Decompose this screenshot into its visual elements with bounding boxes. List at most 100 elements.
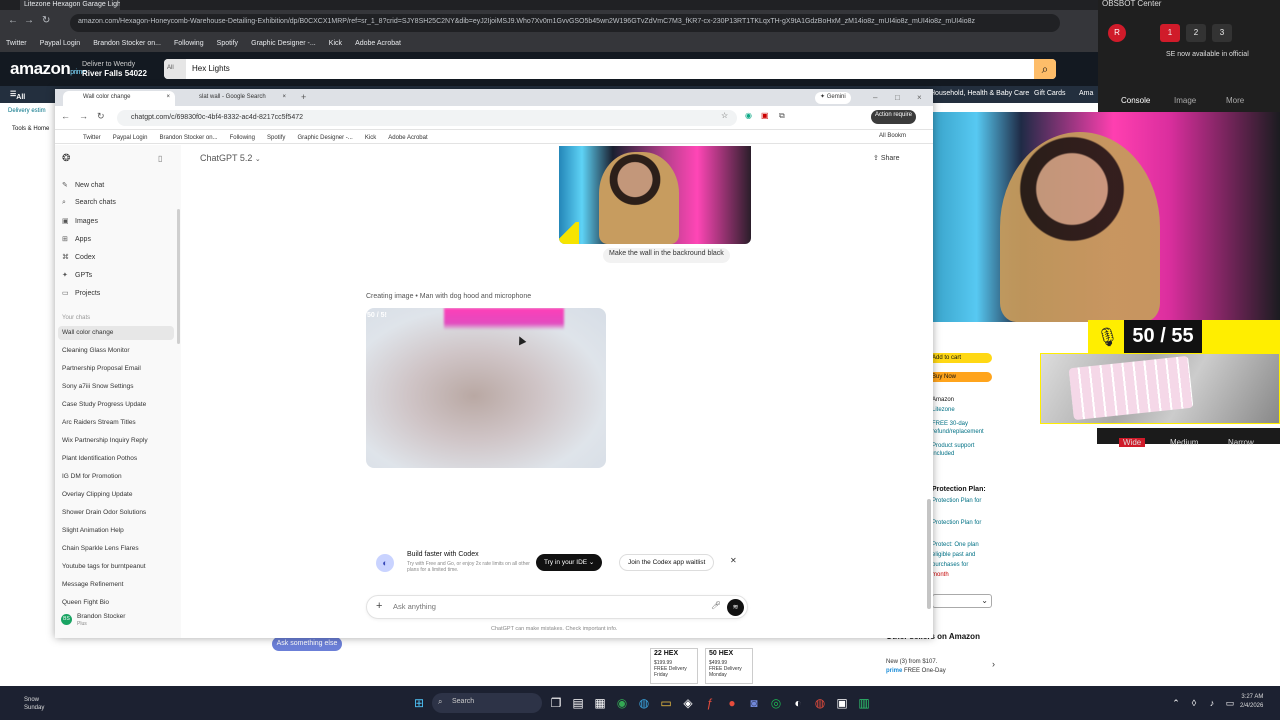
amazon-search-input[interactable]: Hex Lights	[192, 64, 230, 73]
steam-icon[interactable]: ◐	[790, 695, 806, 711]
bookmark-paypal[interactable]: Paypal Login	[40, 40, 80, 47]
new-tab-icon[interactable]: +	[301, 92, 306, 102]
discord-icon[interactable]: ◙	[746, 695, 762, 711]
forward-arrow-icon[interactable]: →	[79, 111, 88, 121]
obs-tab-console[interactable]: Console	[1121, 96, 1150, 105]
network-icon[interactable]: ◊	[1186, 695, 1202, 711]
openai-logo-icon[interactable]: ❂	[62, 153, 70, 164]
sidebar-item-search-chats[interactable]: ⌕ Search chats	[62, 199, 116, 207]
front-address-bar[interactable]: chatgpt.com/c/69830f0c-4bf4-8332-ac4d-82…	[117, 110, 737, 126]
sidebar-item-codex[interactable]: ⌘ Codex	[62, 253, 95, 261]
delivery-estimate[interactable]: Delivery estim	[8, 108, 46, 114]
all-bookmarks[interactable]: All Bookm	[879, 133, 906, 139]
file-explorer-icon[interactable]: ▭	[658, 695, 674, 711]
view-medium-button[interactable]: Medium	[1170, 438, 1198, 447]
sidebar-scrollbar[interactable]	[177, 209, 180, 344]
obs-avatar[interactable]: R	[1108, 24, 1126, 42]
plus-icon[interactable]: +	[376, 600, 382, 612]
taskbar-search[interactable]: ⌕ Search	[432, 693, 542, 713]
chat-item[interactable]: Plant Identification Pothos	[62, 455, 137, 462]
extensions-puzzle-icon[interactable]: ⧉	[779, 111, 785, 121]
try-in-ide-button[interactable]: Try in your IDE ⌄	[536, 554, 603, 571]
app-icon[interactable]: ◈	[680, 695, 696, 711]
chat-item[interactable]: IG DM for Promotion	[62, 473, 122, 480]
back-arrow-icon[interactable]: ←	[61, 111, 70, 121]
chat-item[interactable]: Chain Sparkle Lens Flares	[62, 545, 139, 552]
ask-something-else-button[interactable]: Ask something else	[272, 637, 342, 651]
support-line2[interactable]: included	[932, 450, 954, 459]
chat-item[interactable]: Shower Drain Odor Solutions	[62, 509, 146, 516]
reload-icon[interactable]: ↻	[97, 111, 105, 122]
windows-start-icon[interactable]: ⊞	[411, 695, 427, 711]
weather-widget[interactable]: Snow Sunday	[24, 696, 44, 712]
join-waitlist-button[interactable]: Join the Codex app waitlist	[619, 554, 715, 571]
reload-icon[interactable]: ↻	[42, 15, 50, 26]
breadcrumb-tools[interactable]: Tools & Home	[12, 126, 49, 132]
bookmark-graphic-designer[interactable]: Graphic Designer -...	[251, 40, 316, 47]
chrome-icon[interactable]: ◉	[614, 695, 630, 711]
deliver-to[interactable]: Deliver to Wendy River Falls 54022	[82, 60, 147, 79]
chat-item[interactable]: Slight Animation Help	[62, 527, 124, 534]
back-tab-amazon[interactable]: Litezone Hexagon Garage Light	[20, 0, 120, 10]
nav-ama[interactable]: Ama	[1079, 90, 1093, 97]
tab-slat-wall[interactable]: slat wall - Google Search ×	[179, 91, 291, 106]
view-wide-button[interactable]: Wide	[1119, 438, 1146, 447]
acrobat-icon[interactable]: ƒ	[702, 695, 718, 711]
sidebar-item-new-chat[interactable]: ✎ New chat	[62, 181, 104, 189]
extension-icon[interactable]: ▣	[761, 111, 769, 120]
edge-icon[interactable]: ◍	[636, 695, 652, 711]
bookmark-brandon[interactable]: Brandon Stocker on...	[93, 40, 161, 47]
back-address-bar[interactable]: amazon.com/Hexagon-Honeycomb-Warehouse-D…	[70, 14, 1060, 32]
volume-icon[interactable]: ♪	[1204, 695, 1220, 711]
star-icon[interactable]: ☆	[721, 111, 728, 120]
sidebar-item-apps[interactable]: ⊞ Apps	[62, 235, 91, 243]
sidebar-item-gpts[interactable]: ✦ GPTs	[62, 271, 92, 279]
store-icon[interactable]: ▦	[592, 695, 608, 711]
amazon-logo[interactable]: amazonprime	[10, 59, 86, 79]
bookmark-kick[interactable]: Kick	[365, 135, 376, 141]
voice-mode-icon[interactable]: ≋	[727, 599, 744, 616]
bookmark-following[interactable]: Following	[174, 40, 204, 47]
bookmark-kick[interactable]: Kick	[329, 40, 342, 47]
bookmark-spotify[interactable]: Spotify	[217, 40, 238, 47]
message-input[interactable]	[393, 602, 693, 611]
forward-arrow-icon[interactable]: →	[24, 15, 34, 26]
microphone-icon[interactable]: 🎤︎	[711, 601, 721, 610]
chat-item[interactable]: Sony a7iii Snow Settings	[62, 383, 134, 390]
task-view-icon[interactable]: ❐	[548, 695, 564, 711]
back-arrow-icon[interactable]: ←	[8, 15, 18, 26]
bookmark-paypal[interactable]: Paypal Login	[113, 135, 148, 141]
other-sellers-offer[interactable]: New (3) from $107. prime FREE One-Day ›	[886, 658, 1006, 676]
scene-3-button[interactable]: 3	[1212, 24, 1232, 42]
chat-item[interactable]: Arc Raiders Stream Titles	[62, 419, 136, 426]
sidebar-item-projects[interactable]: ▭ Projects	[62, 289, 100, 297]
taskbar-clock[interactable]: 3:27 AM 2/4/2026	[1240, 693, 1263, 711]
bookmark-adobe[interactable]: Adobe Acrobat	[355, 40, 401, 47]
obs-icon[interactable]: ●	[724, 695, 740, 711]
sidebar-item-images[interactable]: ▣ Images	[62, 217, 98, 225]
extension-icon[interactable]: ◉	[745, 111, 752, 120]
chat-item[interactable]: Cleaning Glass Monitor	[62, 347, 130, 354]
chat-item[interactable]: Case Study Progress Update	[62, 401, 146, 408]
maximize-icon[interactable]: □	[895, 93, 900, 102]
obs-tab-image[interactable]: Image	[1174, 96, 1196, 105]
bookmark-spotify[interactable]: Spotify	[267, 135, 285, 141]
action-required-button[interactable]: Action require	[871, 110, 917, 124]
scene-1-button[interactable]: 1	[1160, 24, 1180, 42]
add-to-cart-button[interactable]: Add to cart	[928, 353, 992, 363]
battery-icon[interactable]: ▭	[1222, 695, 1238, 711]
scene-2-button[interactable]: 2	[1186, 24, 1206, 42]
chat-item[interactable]: Queen Fight Bio	[62, 599, 109, 606]
search-icon[interactable]: ⌕	[1034, 59, 1056, 79]
chat-item[interactable]: Wall color change	[58, 326, 174, 340]
bookmark-adobe[interactable]: Adobe Acrobat	[388, 135, 427, 141]
bookmark-following[interactable]: Following	[230, 135, 255, 141]
spotify-icon[interactable]: ◎	[768, 695, 784, 711]
nav-all[interactable]: ☰ All	[10, 90, 25, 101]
bookmark-brandon[interactable]: Brandon Stocker on...	[160, 135, 218, 141]
widgets-icon[interactable]: ▤	[570, 695, 586, 711]
hex-card-22[interactable]: 22 HEX $199.99 FREE Delivery Friday	[650, 648, 698, 684]
share-button[interactable]: ⇪ Share	[873, 154, 900, 162]
search-category-select[interactable]: All	[164, 59, 186, 79]
bookmark-graphic-designer[interactable]: Graphic Designer -...	[297, 135, 352, 141]
